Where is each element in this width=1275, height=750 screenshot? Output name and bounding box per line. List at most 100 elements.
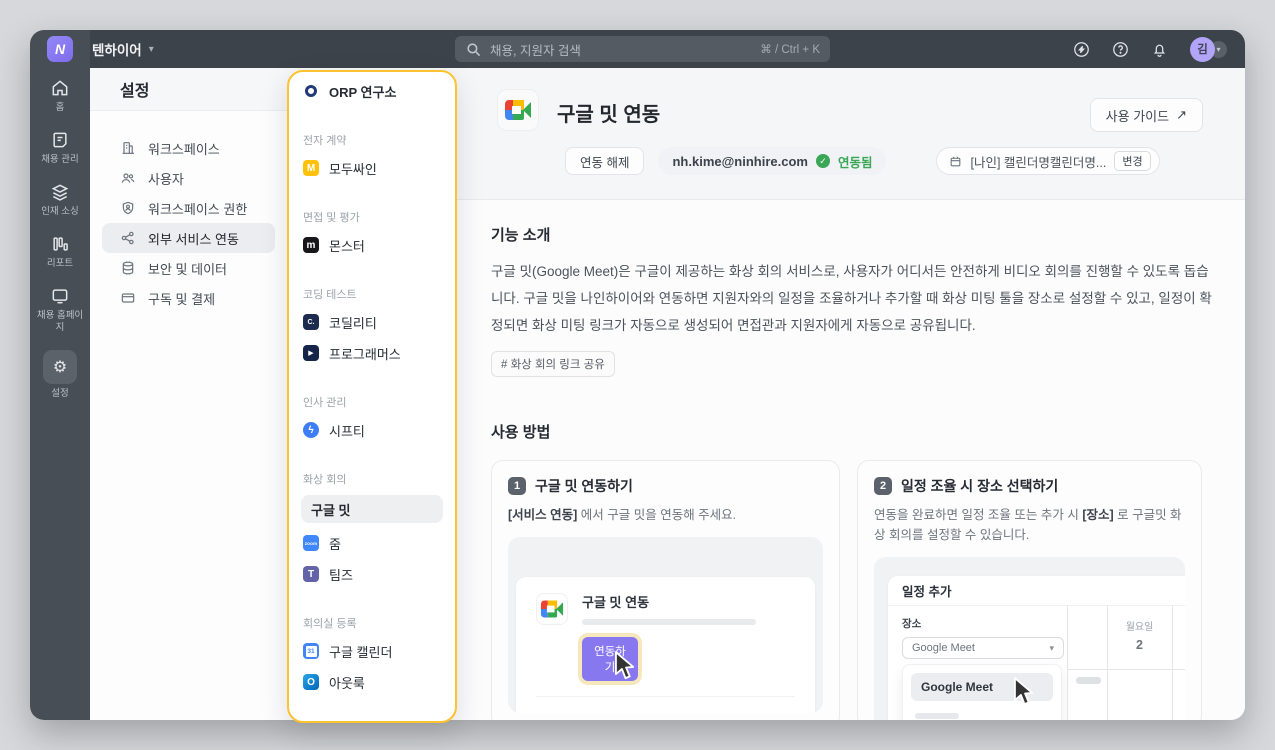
monster-icon: m — [303, 237, 319, 253]
topbar: 텐하이어 ▾ 채용, 지원자 검색 ⌘ / Ctrl + K 김 ▾ — [90, 30, 1245, 68]
section-label-video-meeting: 화상 회의 — [303, 474, 347, 486]
teams-icon: T — [303, 566, 319, 582]
service-item-teams[interactable]: T 팀즈 — [303, 563, 441, 585]
home-icon — [50, 78, 70, 98]
service-item-google-calendar[interactable]: 31 구글 캘린더 — [303, 640, 441, 662]
step1-mockup: 구글 밋 연동 연동하기 — [508, 537, 823, 713]
step1-number-badge: 1 — [508, 477, 526, 495]
service-item-codility[interactable]: C. 코딜리티 — [303, 311, 441, 333]
sidebar-item-career-page[interactable]: 채용 홈페이지 — [32, 286, 88, 334]
settings-nav-integrations[interactable]: 외부 서비스 연동 — [102, 223, 275, 253]
feature-tag: # 화상 회의 링크 공유 — [491, 351, 615, 377]
step2-number-badge: 2 — [874, 477, 892, 495]
section-label-e-contract: 전자 계약 — [303, 135, 347, 147]
service-item-shiftee[interactable]: ϟ 시프티 — [303, 419, 441, 441]
step1-card: 1 구글 밋 연동하기 [서비스 연동] 에서 구글 밋을 연동해 주세요. 구… — [491, 460, 840, 720]
settings-nav-security[interactable]: 보안 및 데이터 — [102, 253, 275, 283]
settings-title: 설정 — [90, 68, 287, 111]
search-input[interactable]: 채용, 지원자 검색 ⌘ / Ctrl + K — [455, 36, 830, 62]
intro-paragraph: 구글 밋(Google Meet)은 구글이 제공하는 화상 회의 서비스로, … — [491, 264, 1212, 333]
settings-nav-workspace[interactable]: 워크스페이스 — [102, 133, 275, 163]
section-label-coding-test: 코딩 테스트 — [303, 289, 357, 301]
service-item-zoom[interactable]: zoom 줌 — [303, 532, 441, 554]
chat-icon[interactable] — [1073, 41, 1090, 58]
service-item-programmers[interactable]: ▶ 프로그래머스 — [303, 342, 441, 364]
calendar-value: [나인] 캘린더명캘린더명... — [970, 155, 1107, 170]
bar-chart-icon — [50, 234, 70, 254]
account-email: nh.kime@ninhire.com — [672, 153, 808, 169]
section-label-hr: 인사 관리 — [303, 397, 347, 409]
usage-steps: 1 구글 밋 연동하기 [서비스 연동] 에서 구글 밋을 연동해 주세요. 구… — [491, 460, 1210, 720]
settings-nav-users[interactable]: 사용자 — [102, 163, 275, 193]
avatar: 김 — [1190, 36, 1215, 62]
bell-icon[interactable] — [1151, 41, 1168, 58]
placeholder-bar — [915, 713, 959, 719]
change-calendar-button[interactable]: 변경 — [1114, 151, 1151, 171]
help-icon[interactable] — [1112, 41, 1129, 58]
google-meet-icon — [497, 89, 539, 131]
step2-mockup: 일정 추가 장소 Google Meet ▾ Google Meet 월요일 2 — [874, 557, 1185, 720]
search-shortcut: ⌘ / Ctrl + K — [760, 44, 820, 56]
external-link-icon: ↗ — [1176, 107, 1187, 122]
document-icon — [50, 130, 70, 150]
sidebar-item-settings[interactable]: ⚙ 설정 — [32, 350, 88, 400]
app-window: 텐하이어 ▾ 채용, 지원자 검색 ⌘ / Ctrl + K 김 ▾ N 홈 채… — [30, 30, 1245, 720]
chevron-down-icon: ▾ — [1049, 642, 1054, 653]
service-item-modusign[interactable]: M 모두싸인 — [303, 157, 441, 179]
service-item-outlook[interactable]: O 아웃룩 — [303, 671, 441, 693]
building-icon — [120, 140, 136, 156]
divider — [536, 696, 795, 697]
mock-calendar-grid: 월요일 2 — [1067, 606, 1185, 720]
monitor-icon — [50, 286, 70, 306]
disconnect-button[interactable]: 연동 해제 — [565, 147, 645, 175]
database-icon — [120, 260, 136, 276]
sidebar-item-home[interactable]: 홈 — [32, 78, 88, 114]
workspace-name: 텐하이어 — [92, 43, 142, 58]
location-field-label: 장소 — [902, 618, 922, 630]
mock-schedule-card: 일정 추가 장소 Google Meet ▾ Google Meet 월요일 2 — [888, 576, 1185, 720]
usage-heading: 사용 방법 — [491, 424, 551, 441]
sidebar-item-sourcing[interactable]: 인재 소싱 — [32, 182, 88, 218]
profile-menu[interactable]: 김 ▾ — [1190, 36, 1227, 62]
share-nodes-icon — [120, 230, 136, 246]
weekday-label: 월요일 — [1125, 622, 1154, 633]
placeholder-bar — [1076, 677, 1101, 684]
step2-description: 연동을 완료하면 일정 조율 또는 추가 시 [장소] 로 구글밋 화상 회의를… — [874, 508, 1182, 542]
sidebar-rail: N 홈 채용 관리 인재 소싱 리포트 채용 홈페이지 ⚙ 설정 — [30, 30, 90, 720]
orp-icon — [305, 85, 317, 97]
step1-title: 구글 밋 연동하기 — [535, 478, 633, 494]
service-item-monster[interactable]: m 몬스터 — [303, 234, 441, 256]
connection-status-row: 연동 해제 nh.kime@ninhire.com ✓ 연동됨 [나인] 캘린더… — [565, 147, 1160, 175]
sidebar-item-recruiting[interactable]: 채용 관리 — [32, 130, 88, 166]
users-icon — [120, 170, 136, 186]
settings-nav-permissions[interactable]: 워크스페이스 권한 — [102, 193, 275, 223]
brand-logo-icon[interactable]: N — [47, 36, 73, 62]
zoom-icon: zoom — [303, 535, 319, 551]
shiftee-icon: ϟ — [303, 422, 319, 438]
service-item-google-meet[interactable]: 구글 밋 — [301, 495, 443, 523]
section-label-meeting-room: 회의실 등록 — [303, 618, 357, 630]
google-meet-icon — [536, 592, 568, 625]
layers-icon — [50, 182, 70, 202]
search-placeholder: 채용, 지원자 검색 — [490, 43, 581, 58]
workspace-switcher[interactable]: 텐하이어 ▾ — [92, 39, 154, 59]
day-number: 2 — [1136, 638, 1143, 652]
usage-guide-button[interactable]: 사용 가이드 ↗ — [1089, 98, 1203, 132]
settings-nav-billing[interactable]: 구독 및 결제 — [102, 283, 275, 313]
gear-icon: ⚙ — [43, 350, 77, 384]
cursor-pointer-icon — [615, 651, 635, 680]
settings-nav: 워크스페이스 사용자 워크스페이스 권한 외부 서비스 연동 보안 및 데이터 — [90, 111, 287, 313]
settings-panel: 설정 워크스페이스 사용자 워크스페이스 권한 외부 서비스 연동 보안 및 데… — [90, 68, 287, 720]
mock-schedule-title: 일정 추가 — [888, 576, 1185, 606]
topbar-actions: 김 ▾ — [1073, 30, 1227, 68]
outlook-icon: O — [303, 674, 319, 690]
service-item-orp[interactable]: ORP 연구소 — [303, 80, 441, 102]
mock-card-title: 구글 밋 연동 — [582, 595, 650, 610]
step1-description: [서비스 연동] 에서 구글 밋을 연동해 주세요. — [508, 508, 737, 522]
calendar-selector[interactable]: [나인] 캘린더명캘린더명... 변경 — [936, 147, 1160, 175]
intro-heading: 기능 소개 — [491, 227, 551, 244]
placeholder-bar — [582, 619, 756, 625]
sidebar-item-report[interactable]: 리포트 — [32, 234, 88, 270]
location-select[interactable]: Google Meet ▾ — [902, 637, 1064, 659]
external-services-panel: ORP 연구소 전자 계약 M 모두싸인 면접 및 평가 m 몬스터 코딩 테스… — [287, 70, 457, 723]
